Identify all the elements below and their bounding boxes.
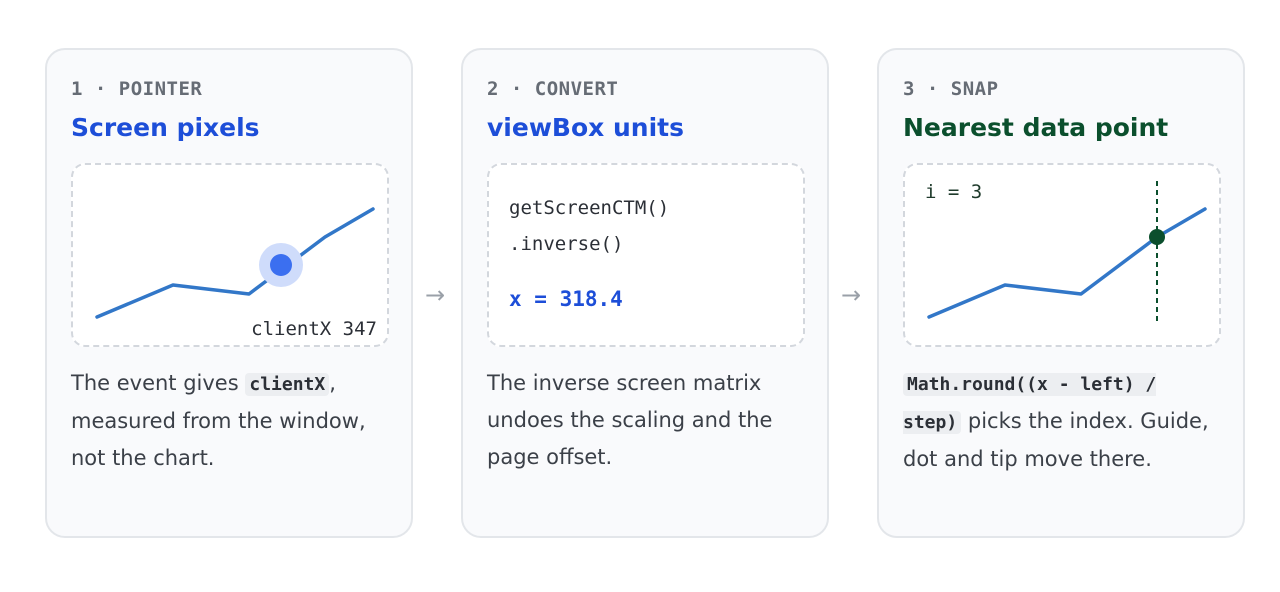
clientx-readout: clientX 347: [251, 318, 377, 340]
index-readout: i = 3: [925, 181, 983, 203]
code-line: .inverse(): [509, 233, 624, 255]
right-arrow-icon: →: [425, 281, 446, 309]
step-title: Screen pixels: [71, 113, 260, 142]
step-title: viewBox units: [487, 113, 684, 142]
code-result: x = 318.4: [509, 287, 623, 311]
desc-text: The event gives: [71, 371, 246, 395]
step-description: The event gives clientX, measured from t…: [71, 365, 391, 477]
right-arrow-icon: →: [841, 281, 862, 309]
step-description: The inverse screen matrix undoes the sca…: [487, 371, 773, 469]
pointer-chart-panel: clientX 347: [71, 163, 389, 347]
pointer-dot-icon: [270, 254, 292, 276]
chart-line: [95, 207, 375, 319]
step-label: 1 · POINTER: [71, 78, 203, 100]
code-panel: getScreenCTM() .inverse() x = 318.4: [487, 163, 805, 347]
step-description: Math.round((x - left) / step) picks the …: [903, 365, 1223, 478]
desc-code: clientX: [245, 373, 330, 396]
chart-line: [927, 207, 1207, 319]
step-card-convert: 2 · CONVERT viewBox units getScreenCTM()…: [461, 48, 829, 538]
step-card-snap: 3 · SNAP Nearest data point i = 3 Math.r…: [877, 48, 1245, 538]
code-line: getScreenCTM(): [509, 197, 670, 219]
step-title: Nearest data point: [903, 113, 1169, 142]
step-label: 2 · CONVERT: [487, 78, 619, 100]
snap-dot-icon: [1149, 229, 1165, 245]
snap-chart-panel: i = 3: [903, 163, 1221, 347]
step-card-pointer: 1 · POINTER Screen pixels clientX 347 Th…: [45, 48, 413, 538]
step-label: 3 · SNAP: [903, 78, 999, 100]
